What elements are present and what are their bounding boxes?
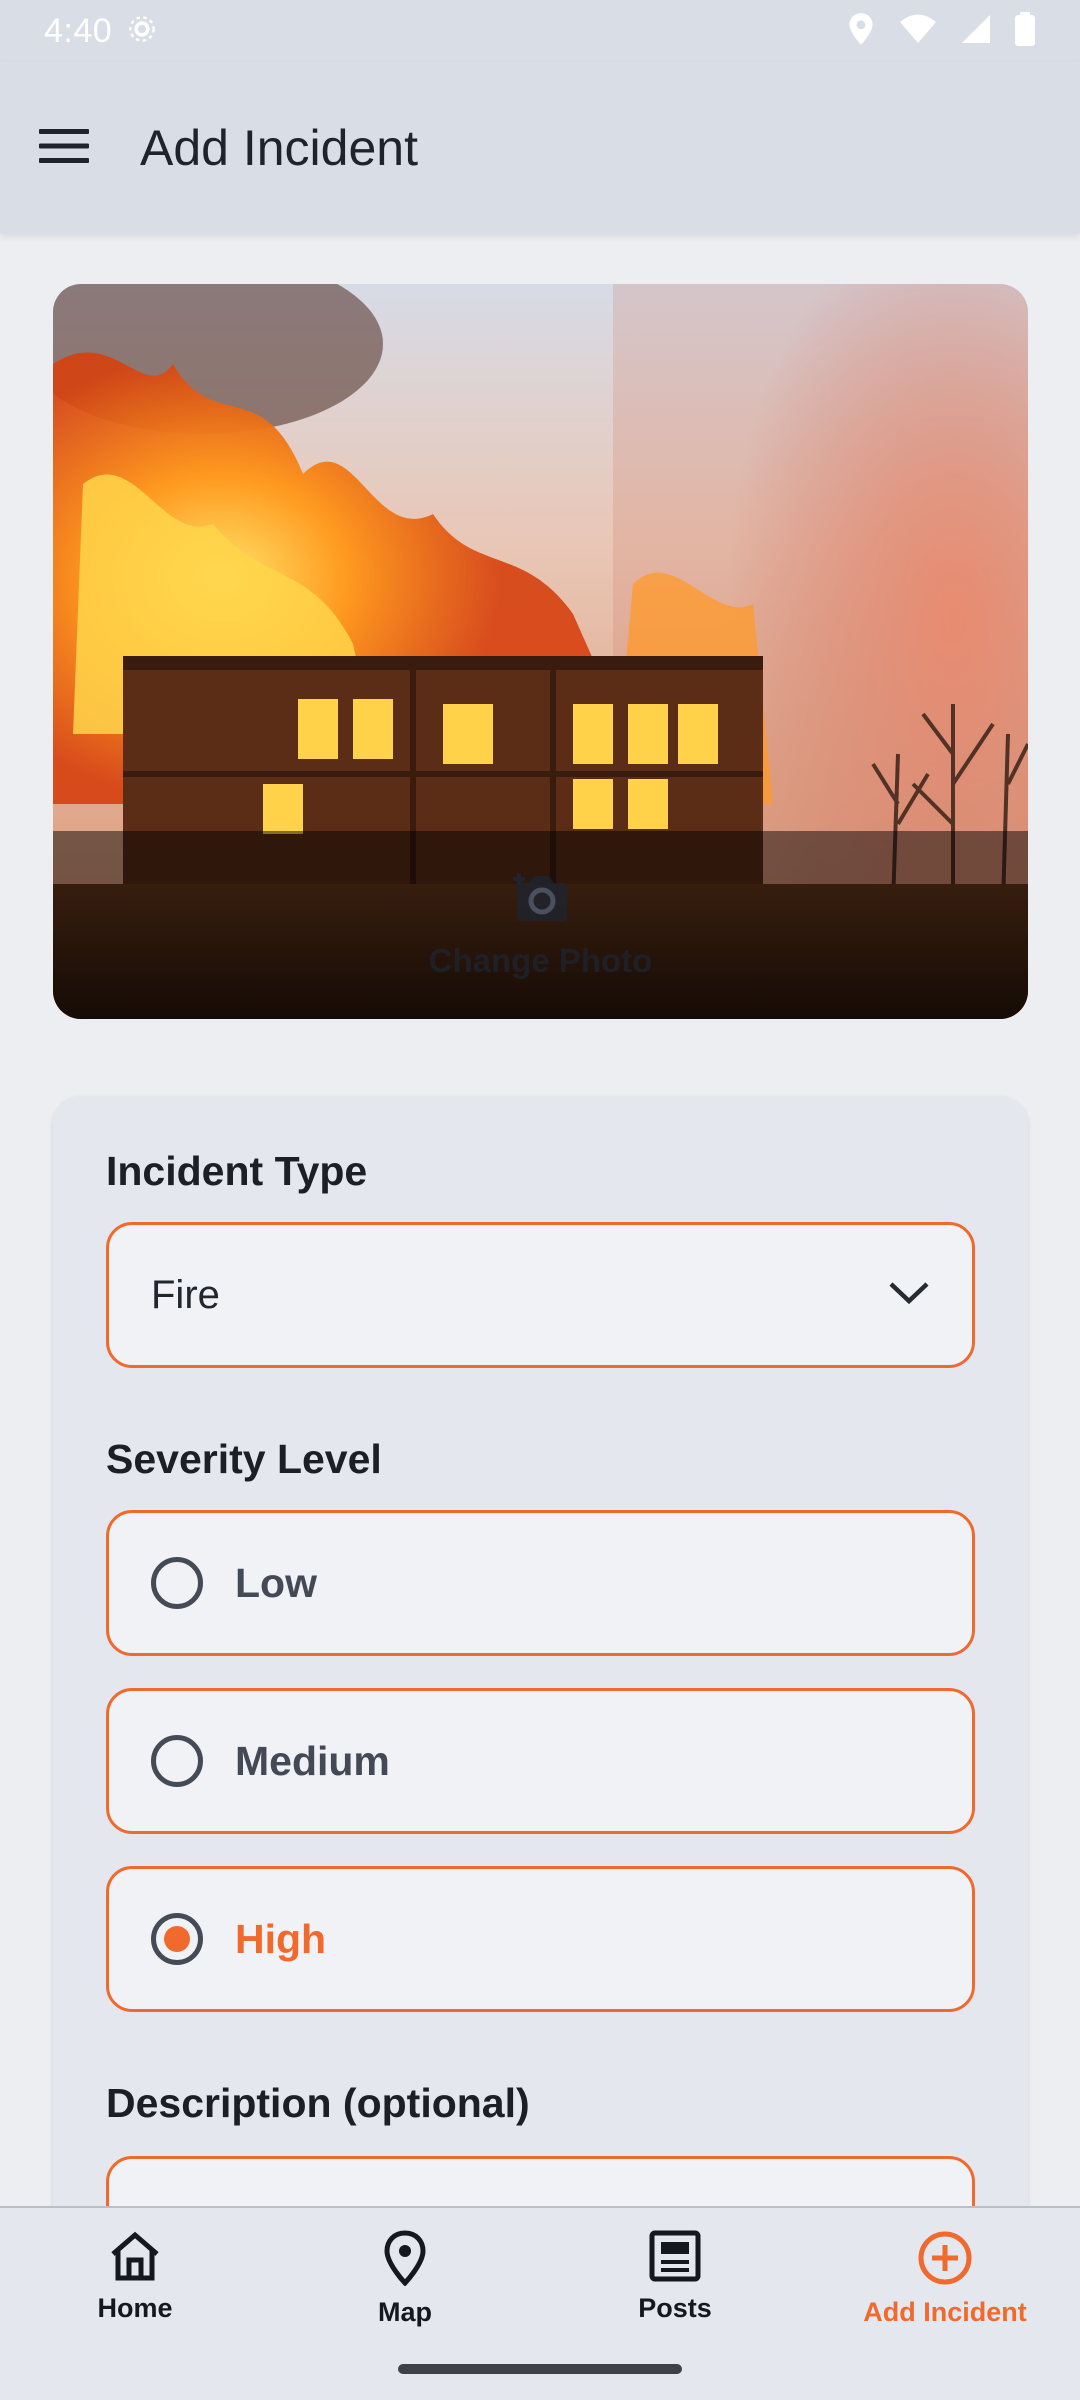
status-bar: 4:40 — [0, 0, 1080, 62]
severity-option-label: Medium — [235, 1737, 390, 1784]
signal-icon — [960, 13, 992, 50]
change-photo-overlay[interactable]: Change Photo — [53, 831, 1028, 1019]
radio-unselected-icon — [151, 1557, 203, 1609]
description-label: Description (optional) — [106, 2080, 530, 2126]
severity-option-high[interactable]: High — [106, 1866, 975, 2012]
nav-item-add-incident[interactable]: Add Incident — [810, 2208, 1080, 2400]
page-title: Add Incident — [140, 120, 418, 176]
main-content[interactable]: Change Photo Incident Type Fire Severity… — [0, 234, 1080, 2206]
severity-level-label: Severity Level — [106, 1436, 382, 1482]
radio-selected-icon — [151, 1913, 203, 1965]
hamburger-menu-icon — [39, 128, 91, 169]
severity-option-label: High — [235, 1915, 327, 1962]
settings-status-icon — [128, 15, 156, 48]
map-pin-icon — [383, 2230, 427, 2291]
incident-type-label: Incident Type — [106, 1148, 368, 1194]
radio-unselected-icon — [151, 1735, 203, 1787]
location-icon — [846, 12, 876, 51]
incident-form: Incident Type Fire Severity Level Low Me… — [53, 1096, 1028, 2206]
severity-option-low[interactable]: Low — [106, 1510, 975, 1656]
incident-type-value: Fire — [151, 1272, 220, 1317]
add-circle-icon — [917, 2230, 973, 2291]
status-time: 4:40 — [44, 11, 113, 50]
home-indicator[interactable] — [398, 2364, 682, 2374]
change-photo-label: Change Photo — [428, 941, 653, 979]
severity-option-label: Low — [235, 1559, 317, 1606]
camera-icon — [511, 871, 571, 928]
incident-photo[interactable]: Change Photo — [53, 284, 1028, 1019]
nav-label-add-incident: Add Incident — [863, 2297, 1027, 2327]
wifi-icon — [898, 13, 938, 50]
menu-button[interactable] — [0, 62, 130, 234]
battery-icon — [1014, 11, 1036, 51]
nav-label-home: Home — [97, 2293, 173, 2323]
incident-type-select[interactable]: Fire — [106, 1222, 975, 1368]
nav-item-home[interactable]: Home — [0, 2208, 270, 2400]
app-bar: Add Incident — [0, 62, 1080, 234]
description-input[interactable] — [106, 2156, 975, 2206]
home-icon — [107, 2230, 163, 2287]
nav-label-map: Map — [378, 2297, 432, 2327]
chevron-down-icon — [888, 1280, 930, 1311]
severity-option-medium[interactable]: Medium — [106, 1688, 975, 1834]
posts-icon — [649, 2230, 701, 2287]
nav-label-posts: Posts — [638, 2293, 712, 2323]
